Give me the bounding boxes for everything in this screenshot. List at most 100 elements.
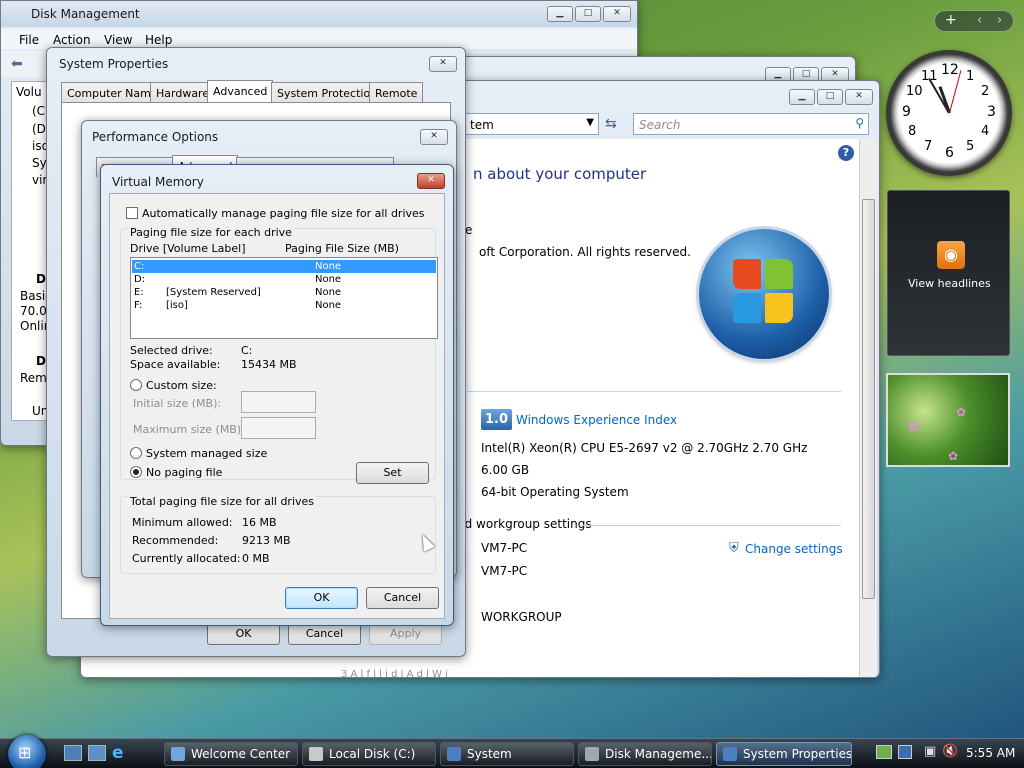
network-icon[interactable] (876, 745, 892, 759)
clock[interactable]: 5:55 AM (966, 746, 1015, 760)
scrollbar-thumb[interactable] (862, 199, 875, 599)
start-button[interactable]: ⊞ (8, 735, 46, 768)
cancel-button[interactable]: Cancel (288, 623, 361, 645)
system-type-value: 64-bit Operating System (481, 485, 629, 499)
initial-size-input[interactable] (241, 391, 316, 413)
dropdown-icon[interactable]: ▼ (586, 117, 594, 128)
back-arrow-icon[interactable]: ⬅ (11, 56, 23, 72)
virtual-memory-titlebar[interactable]: Virtual Memory ✕ (101, 165, 453, 191)
taskbar-item-system-properties[interactable]: System Properties (716, 742, 852, 766)
copyright-text: oft Corporation. All rights reserved. (479, 245, 691, 259)
volume-c[interactable]: (C (32, 104, 45, 118)
tab-remote[interactable]: Remote (369, 82, 424, 102)
taskbar-item-label: Disk Manageme... (605, 747, 712, 761)
workgroup-heading: nd workgroup settings (457, 517, 592, 531)
minimum-allowed-value: 16 MB (242, 516, 277, 529)
drive-row-f[interactable]: F: [iso] None (131, 299, 437, 312)
system-managed-radio[interactable] (130, 447, 142, 459)
set-button[interactable]: Set (356, 462, 429, 484)
currently-allocated-label: Currently allocated: (132, 552, 241, 565)
no-paging-radio[interactable] (130, 466, 142, 478)
menu-action[interactable]: Action (53, 33, 91, 47)
view-headlines-label[interactable]: View headlines (908, 277, 991, 290)
slideshow-gadget[interactable]: ✿ ✿ ✿ (886, 373, 1010, 467)
search-icon[interactable]: ⚲ (855, 116, 864, 130)
tab-system-protection[interactable]: System Protection (271, 82, 384, 102)
menu-file[interactable]: File (19, 33, 39, 47)
menu-view[interactable]: View (104, 33, 132, 47)
vertical-scrollbar[interactable] (859, 139, 877, 677)
drive-row-e[interactable]: E: [System Reserved] None (131, 286, 437, 299)
sidebar-controls: + ‹ › (934, 10, 1014, 32)
drive-size: None (315, 300, 342, 311)
processor-value: Intel(R) Xeon(R) CPU E5-2697 v2 @ 2.70GH… (481, 441, 808, 455)
system-properties-titlebar[interactable]: System Properties ✕ (47, 48, 465, 74)
cancel-button[interactable]: Cancel (366, 587, 439, 609)
clock-number-8: 8 (908, 124, 917, 139)
monitor-icon[interactable]: ▣ (924, 744, 936, 759)
clock-number-5: 5 (966, 139, 975, 154)
memory-value: 6.00 GB (481, 463, 530, 477)
taskbar-item-welcome-center[interactable]: Welcome Center (164, 742, 298, 766)
change-settings-link[interactable]: Change settings (745, 542, 843, 556)
system-managed-label[interactable]: System managed size (146, 447, 267, 460)
auto-manage-checkbox[interactable] (126, 207, 138, 219)
taskbar-item-system[interactable]: System (440, 742, 574, 766)
close-button[interactable]: ✕ (429, 56, 457, 72)
disk-management-icon (585, 747, 599, 761)
tab-computer-name[interactable]: Computer Name (61, 82, 164, 102)
close-button[interactable]: ✕ (603, 6, 631, 22)
custom-size-radio[interactable] (130, 379, 142, 391)
language-icon[interactable] (898, 745, 912, 759)
search-box[interactable]: Search ⚲ (633, 113, 869, 135)
tab-hardware[interactable]: Hardware (150, 82, 216, 102)
switch-windows-icon[interactable] (88, 745, 106, 761)
wei-badge[interactable]: 1.0 (481, 409, 512, 430)
auto-manage-label[interactable]: Automatically manage paging file size fo… (142, 207, 425, 220)
volume-d[interactable]: (D (32, 122, 46, 136)
minimize-button[interactable]: ▁ (547, 6, 573, 22)
close-button[interactable]: ✕ (417, 173, 445, 189)
add-gadget-button[interactable]: + (945, 12, 957, 28)
help-icon[interactable]: ? (838, 145, 854, 161)
maximum-size-input[interactable] (241, 417, 316, 439)
refresh-icon[interactable]: ⇆ (605, 116, 617, 132)
volume-list: Volu (C (D iso Sys virt D Basic 70.00 On… (11, 81, 56, 421)
clock-gadget[interactable]: 12 1 2 3 4 5 6 7 8 9 10 11 (886, 50, 1012, 176)
custom-size-label[interactable]: Custom size: (146, 379, 217, 392)
drive-row-c[interactable]: C: None (132, 260, 436, 273)
no-paging-label[interactable]: No paging file (146, 466, 222, 479)
clock-minute-hand (928, 77, 950, 114)
close-button[interactable]: ✕ (420, 129, 448, 145)
tab-advanced[interactable]: Advanced (207, 80, 274, 102)
flower-icon: ✿ (948, 449, 959, 463)
total-group-label: Total paging file size for all drives (128, 495, 317, 508)
minimize-button[interactable]: ▁ (789, 89, 815, 105)
show-desktop-icon[interactable] (64, 745, 82, 761)
taskbar-item-local-disk[interactable]: Local Disk (C:) (302, 742, 436, 766)
close-button[interactable]: ✕ (845, 89, 873, 105)
clock-number-12: 12 (941, 62, 959, 78)
ie-icon[interactable]: e (112, 743, 124, 763)
wei-link[interactable]: Windows Experience Index (516, 413, 677, 427)
drive-label: [iso] (166, 300, 188, 311)
menu-help[interactable]: Help (145, 33, 172, 47)
divider (467, 391, 841, 392)
prev-gadget-button[interactable]: ‹ (977, 13, 982, 28)
ok-button[interactable]: OK (285, 587, 358, 609)
maximize-button[interactable]: □ (817, 89, 843, 105)
space-available-label: Space available: (130, 358, 221, 371)
drive-size: None (315, 261, 342, 272)
column-header[interactable]: Volu (16, 85, 42, 99)
performance-options-titlebar[interactable]: Performance Options ✕ (82, 121, 456, 147)
ok-button[interactable]: OK (207, 623, 280, 645)
volume-muted-icon[interactable]: 🔇 (942, 744, 958, 759)
next-gadget-button[interactable]: › (997, 13, 1002, 28)
drive-list[interactable]: C: None D: None E: [System Reserved] Non… (130, 257, 438, 339)
maximize-button[interactable]: □ (575, 6, 601, 22)
disk-management-titlebar[interactable]: Disk Management ▁ □ ✕ (1, 1, 637, 27)
drive-label: [System Reserved] (166, 287, 261, 298)
drive-row-d[interactable]: D: None (131, 273, 437, 286)
feed-gadget[interactable]: ◉ View headlines (887, 190, 1010, 356)
taskbar-item-disk-management[interactable]: Disk Manageme... (578, 742, 712, 766)
